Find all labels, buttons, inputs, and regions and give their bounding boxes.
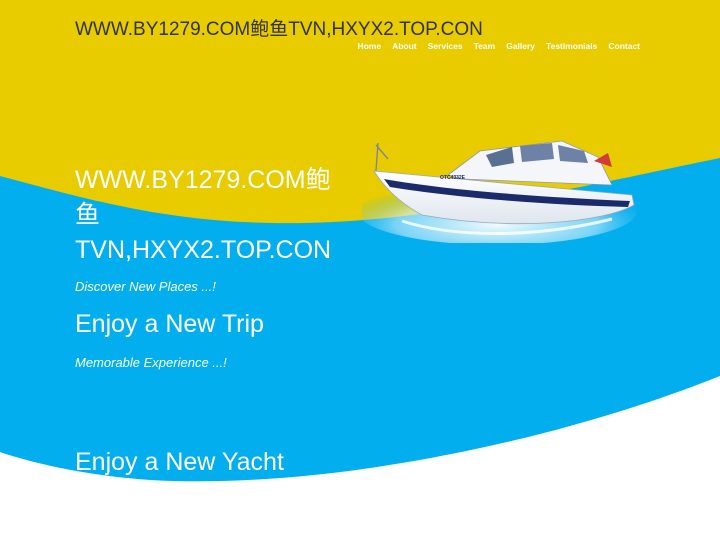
- nav-contact[interactable]: Contact: [608, 41, 640, 51]
- yacht-image: OTC4332E: [362, 140, 637, 243]
- nav-team[interactable]: Team: [474, 41, 496, 51]
- main-nav: Home About Services Team Gallery Testimo…: [357, 41, 640, 51]
- hero-tagline-1: Discover New Places ...!: [75, 279, 216, 294]
- nav-about[interactable]: About: [392, 41, 417, 51]
- hero-heading-yacht: Enjoy a New Yacht: [75, 448, 284, 476]
- hull-text: OTC4332E: [440, 175, 466, 181]
- nav-home[interactable]: Home: [357, 41, 381, 51]
- nav-gallery[interactable]: Gallery: [506, 41, 535, 51]
- hero-title: WWW.BY1279.COM鲍鱼TVN,HXYX2.TOP.CON: [75, 166, 332, 264]
- site-title[interactable]: WWW.BY1279.COM鲍鱼TVN,HXYX2.TOP.CON: [75, 14, 483, 41]
- nav-testimonials[interactable]: Testimonials: [546, 41, 597, 51]
- hero-heading-trip: Enjoy a New Trip: [75, 310, 264, 338]
- hero-tagline-2: Memorable Experience ...!: [75, 355, 227, 370]
- nav-services[interactable]: Services: [428, 41, 463, 51]
